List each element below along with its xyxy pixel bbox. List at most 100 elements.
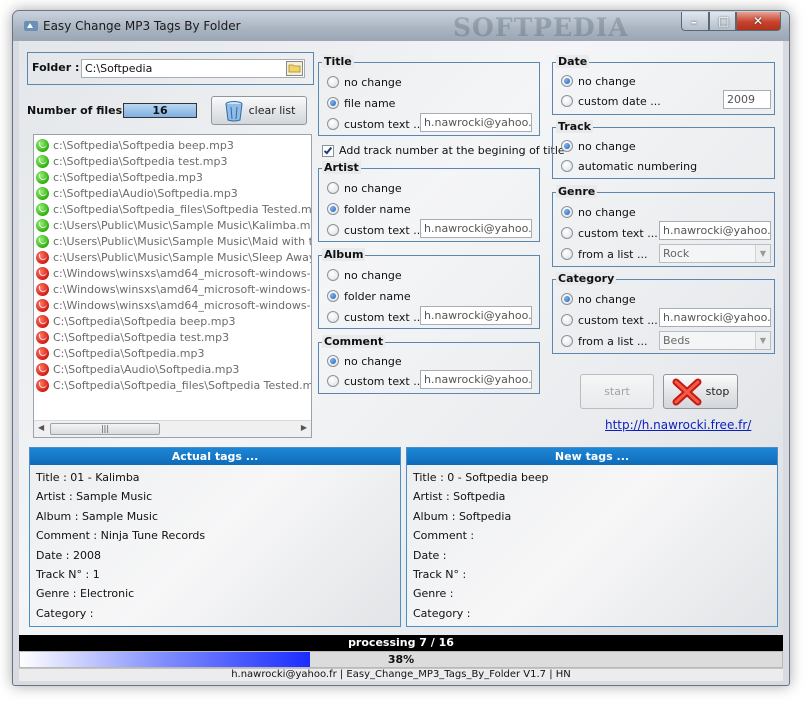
category-custom-label: custom text ... xyxy=(578,313,658,327)
album-group: Album no change folder name custom text … xyxy=(318,248,540,329)
file-list-item[interactable]: c:\Users\Public\Music\Sample Music\Kalim… xyxy=(36,217,311,233)
category-list-radio[interactable]: from a list ... xyxy=(561,333,647,349)
status-ok-icon xyxy=(36,154,49,168)
album-custom-radio[interactable]: custom text ... xyxy=(327,309,424,325)
artist-folder-name-radio[interactable]: folder name xyxy=(327,201,411,217)
file-path: c:\Softpedia\Audio\Softpedia.mp3 xyxy=(53,186,238,200)
status-error-icon xyxy=(36,250,49,264)
title-custom-radio[interactable]: custom text ... xyxy=(327,116,424,132)
track-no-change-radio[interactable]: no change xyxy=(561,138,636,154)
title-bar[interactable]: SOFTPEDIA Easy Change MP3 Tags By Folder… xyxy=(13,11,789,42)
radio-icon xyxy=(327,224,339,236)
category-custom-radio[interactable]: custom text ... xyxy=(561,312,658,328)
maximize-button[interactable]: □ xyxy=(709,12,736,31)
actual-tags-panel: Actual tags ... Title : 01 - Kalimba Arti… xyxy=(29,447,401,627)
progress-bar: 38% xyxy=(19,651,783,668)
title-custom-input[interactable]: h.nawrocki@yahoo.fr xyxy=(420,113,532,132)
album-custom-input[interactable]: h.nawrocki@yahoo.fr xyxy=(420,306,532,325)
chevron-down-icon[interactable]: ▼ xyxy=(755,245,770,262)
tag-line: Track N° : 1 xyxy=(36,568,100,581)
genre-no-change-radio[interactable]: no change xyxy=(561,204,636,220)
date-no-change-radio[interactable]: no change xyxy=(561,73,636,89)
comment-custom-radio[interactable]: custom text ... xyxy=(327,373,424,389)
scroll-right-icon[interactable]: ▶ xyxy=(301,423,307,432)
category-custom-input[interactable]: h.nawrocki@yahoo.fr xyxy=(659,308,771,327)
album-folder-name-radio[interactable]: folder name xyxy=(327,288,411,304)
stop-button[interactable]: stop xyxy=(663,374,738,409)
file-list-item[interactable]: c:\Windows\winsxs\amd64_microsoft-window… xyxy=(36,281,311,297)
file-list-item[interactable]: C:\Softpedia\Audio\Softpedia.mp3 xyxy=(36,361,239,377)
folder-browse-icon[interactable] xyxy=(286,61,303,76)
minimize-button[interactable]: – xyxy=(681,12,709,31)
status-ok-icon xyxy=(36,170,49,184)
file-list-item[interactable]: c:\Softpedia\Softpedia.mp3 xyxy=(36,169,203,185)
status-error-icon xyxy=(36,346,49,360)
chevron-down-icon[interactable]: ▼ xyxy=(755,332,770,349)
title-group: Title no change file name custom text ..… xyxy=(318,55,540,136)
comment-no-change-radio[interactable]: no change xyxy=(327,353,402,369)
radio-icon xyxy=(561,227,573,239)
album-no-change-radio[interactable]: no change xyxy=(327,267,402,283)
date-custom-radio[interactable]: custom date ... xyxy=(561,93,661,109)
horizontal-scrollbar[interactable]: ◀ ||| ▶ xyxy=(34,420,311,437)
file-path: c:\Softpedia\Softpedia beep.mp3 xyxy=(53,138,234,152)
folder-input[interactable]: C:\Softpedia xyxy=(81,59,305,78)
file-list-item[interactable]: c:\Softpedia\Softpedia beep.mp3 xyxy=(36,137,234,153)
artist-group-label: Artist xyxy=(322,161,361,174)
title-file-name-radio[interactable]: file name xyxy=(327,95,395,111)
file-list-item[interactable]: C:\Softpedia\Softpedia.mp3 xyxy=(36,345,204,361)
scroll-left-icon[interactable]: ◀ xyxy=(38,423,44,432)
genre-custom-radio[interactable]: custom text ... xyxy=(561,225,658,241)
genre-select[interactable]: Rock ▼ xyxy=(659,244,771,263)
track-number-checkbox[interactable]: Add track number at the begining of titl… xyxy=(322,144,565,157)
tag-line: Genre : xyxy=(413,587,454,601)
genre-custom-label: custom text ... xyxy=(578,226,658,240)
stop-x-icon xyxy=(672,378,702,405)
artist-custom-label: custom text ... xyxy=(344,223,424,237)
comment-custom-input[interactable]: h.nawrocki@yahoo.fr xyxy=(420,370,532,389)
artist-no-change-radio[interactable]: no change xyxy=(327,180,402,196)
file-path: C:\Softpedia\Softpedia beep.mp3 xyxy=(53,314,236,328)
artist-custom-radio[interactable]: custom text ... xyxy=(327,222,424,238)
radio-selected-icon xyxy=(327,97,339,109)
file-list-item[interactable]: C:\Softpedia\Softpedia test.mp3 xyxy=(36,329,229,345)
clear-list-button[interactable]: clear list xyxy=(211,96,307,125)
file-list-item[interactable]: c:\Softpedia\Audio\Softpedia.mp3 xyxy=(36,185,238,201)
category-list-label: from a list ... xyxy=(578,334,648,348)
file-list-item[interactable]: c:\Softpedia\Softpedia_files\Softpedia T… xyxy=(36,201,311,217)
close-button[interactable]: ✕ xyxy=(736,12,781,31)
category-select[interactable]: Beds ▼ xyxy=(659,331,771,350)
genre-custom-input[interactable]: h.nawrocki@yahoo.fr xyxy=(659,221,771,240)
date-custom-label: custom date ... xyxy=(578,94,661,108)
start-button[interactable]: start xyxy=(580,374,654,409)
track-auto-radio[interactable]: automatic numbering xyxy=(561,158,697,174)
category-no-change-radio[interactable]: no change xyxy=(561,291,636,307)
genre-no-change-label: no change xyxy=(578,205,636,219)
genre-list-radio[interactable]: from a list ... xyxy=(561,246,647,262)
artist-no-change-label: no change xyxy=(344,181,402,195)
file-list-item[interactable]: c:\Users\Public\Music\Sample Music\Maid … xyxy=(36,233,311,249)
title-file-name-label: file name xyxy=(344,96,396,110)
website-link[interactable]: http://h.nawrocki.free.fr/ xyxy=(605,418,751,432)
file-list-item[interactable]: c:\Softpedia\Softpedia test.mp3 xyxy=(36,153,227,169)
date-custom-input[interactable]: 2009 xyxy=(723,90,771,109)
radio-icon xyxy=(327,311,339,323)
tag-line: Comment : Ninja Tune Records xyxy=(36,529,206,543)
artist-custom-input[interactable]: h.nawrocki@yahoo.fr xyxy=(420,219,532,238)
file-list-item[interactable]: C:\Softpedia\Softpedia_files\Softpedia T… xyxy=(36,377,311,393)
title-no-change-radio[interactable]: no change xyxy=(327,74,402,90)
track-auto-label: automatic numbering xyxy=(578,159,698,173)
start-label: start xyxy=(604,385,630,398)
genre-select-value: Rock xyxy=(663,247,690,260)
file-list-item[interactable]: C:\Softpedia\Softpedia beep.mp3 xyxy=(36,313,235,329)
file-list-item[interactable]: c:\Windows\winsxs\amd64_microsoft-window… xyxy=(36,265,311,281)
file-list-item[interactable]: c:\Windows\winsxs\amd64_microsoft-window… xyxy=(36,297,311,313)
file-path: c:\Users\Public\Music\Sample Music\Sleep… xyxy=(53,250,312,264)
status-error-icon xyxy=(36,266,49,280)
file-list[interactable]: c:\Softpedia\Softpedia beep.mp3 c:\Softpe… xyxy=(33,134,312,438)
category-group-label: Category xyxy=(556,272,617,285)
status-ok-icon xyxy=(36,138,49,152)
file-list-item[interactable]: c:\Users\Public\Music\Sample Music\Sleep… xyxy=(36,249,312,265)
stop-label: stop xyxy=(705,385,730,398)
scroll-thumb[interactable]: ||| xyxy=(50,423,160,435)
